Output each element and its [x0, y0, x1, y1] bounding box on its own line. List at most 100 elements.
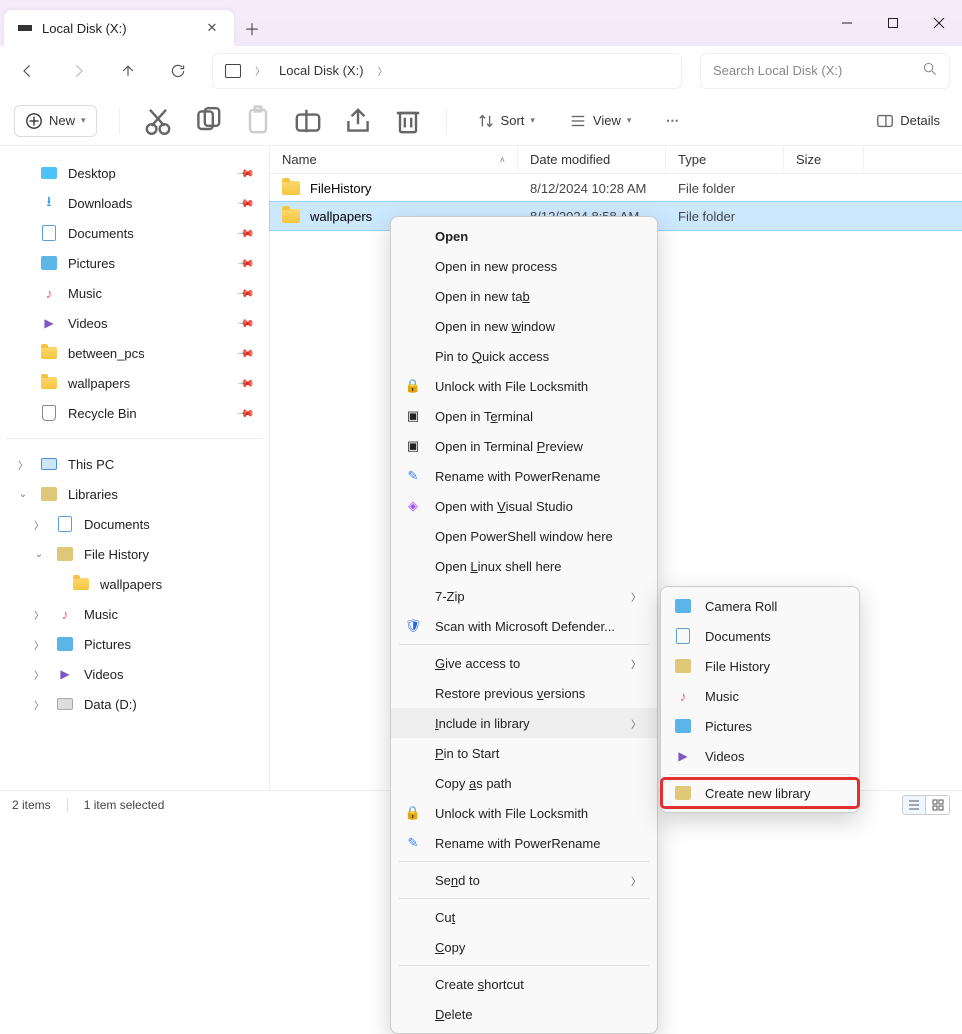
- view-details-toggle[interactable]: [902, 795, 926, 815]
- more-button[interactable]: ⋯: [657, 105, 689, 137]
- cm-open[interactable]: Open: [391, 221, 657, 251]
- close-tab-icon[interactable]: ✕: [204, 20, 220, 36]
- sidebar-item-lib-filehistory[interactable]: ⌄File History: [6, 539, 263, 569]
- sidebar-item-data-d[interactable]: 〉Data (D:): [6, 689, 263, 719]
- sidebar-item-recycle-bin[interactable]: Recycle Bin📌: [6, 398, 263, 428]
- sidebar-item-lib-wallpapers[interactable]: wallpapers: [6, 569, 263, 599]
- sidebar-item-lib-music[interactable]: 〉♪Music: [6, 599, 263, 629]
- chevron-right-icon[interactable]: 〉: [16, 457, 30, 472]
- file-row[interactable]: FileHistory 8/12/2024 10:28 AM File fold…: [270, 174, 962, 202]
- cm-open-new-process[interactable]: Open in new process: [391, 251, 657, 281]
- sort-button[interactable]: Sort ▾: [469, 106, 543, 136]
- chevron-right-icon[interactable]: 〉: [32, 607, 46, 622]
- cm-unlock-filelocksmith-2[interactable]: 🔒Unlock with File Locksmith: [391, 798, 657, 828]
- search-input[interactable]: Search Local Disk (X:): [700, 53, 950, 89]
- breadcrumb[interactable]: 〉 Local Disk (X:) 〉: [212, 53, 682, 89]
- cm-open-powershell[interactable]: Open PowerShell window here: [391, 521, 657, 551]
- column-name[interactable]: Name˄: [270, 146, 518, 173]
- cm-delete[interactable]: Delete: [391, 999, 657, 1029]
- sidebar-item-wallpapers[interactable]: wallpapers📌: [6, 368, 263, 398]
- up-button[interactable]: [112, 55, 144, 87]
- sub-file-history[interactable]: File History: [661, 651, 859, 681]
- sidebar-item-between-pcs[interactable]: between_pcs📌: [6, 338, 263, 368]
- column-date[interactable]: Date modified: [518, 146, 666, 173]
- cm-include-library[interactable]: Include in library〉: [391, 708, 657, 738]
- sidebar-item-downloads[interactable]: ⭳Downloads📌: [6, 188, 263, 218]
- sidebar-item-pictures[interactable]: Pictures📌: [6, 248, 263, 278]
- rename-button[interactable]: [292, 105, 324, 137]
- cm-7zip[interactable]: 7-Zip〉: [391, 581, 657, 611]
- cm-rename-powerrename-2[interactable]: ✎Rename with PowerRename: [391, 828, 657, 858]
- include-in-library-submenu: Camera Roll Documents File History ♪Musi…: [660, 586, 860, 813]
- new-button[interactable]: New ▾: [14, 105, 97, 137]
- delete-button[interactable]: [392, 105, 424, 137]
- cm-open-terminal-preview[interactable]: ▣Open in Terminal Preview: [391, 431, 657, 461]
- chevron-right-icon[interactable]: 〉: [32, 667, 46, 682]
- cm-give-access[interactable]: Give access to〉: [391, 648, 657, 678]
- sub-camera-roll[interactable]: Camera Roll: [661, 591, 859, 621]
- sidebar-item-music[interactable]: ♪Music📌: [6, 278, 263, 308]
- sub-music[interactable]: ♪Music: [661, 681, 859, 711]
- sub-create-new-library[interactable]: Create new library: [661, 778, 859, 808]
- tab-title: Local Disk (X:): [42, 21, 194, 36]
- sidebar-item-documents[interactable]: Documents📌: [6, 218, 263, 248]
- chevron-down-icon[interactable]: ⌄: [32, 549, 46, 560]
- cm-open-new-window[interactable]: Open in new window: [391, 311, 657, 341]
- cm-copy[interactable]: Copy: [391, 932, 657, 962]
- sidebar-item-libraries[interactable]: ⌄Libraries: [6, 479, 263, 509]
- chevron-right-icon[interactable]: 〉: [32, 517, 46, 532]
- sidebar-item-lib-documents[interactable]: 〉Documents: [6, 509, 263, 539]
- sidebar-item-desktop[interactable]: Desktop📌: [6, 158, 263, 188]
- share-button[interactable]: [342, 105, 374, 137]
- pin-icon: 📌: [237, 314, 256, 333]
- chevron-right-icon[interactable]: 〉: [32, 697, 46, 712]
- maximize-button[interactable]: [870, 0, 916, 46]
- cm-create-shortcut[interactable]: Create shortcut: [391, 969, 657, 999]
- minimize-button[interactable]: [824, 0, 870, 46]
- cm-copy-as-path[interactable]: Copy as path: [391, 768, 657, 798]
- sidebar-item-lib-pictures[interactable]: 〉Pictures: [6, 629, 263, 659]
- rename-icon: ✎: [403, 833, 423, 853]
- column-type[interactable]: Type: [666, 146, 784, 173]
- pin-icon: 📌: [237, 224, 256, 243]
- search-icon: [923, 62, 937, 79]
- pin-icon: 📌: [237, 254, 256, 273]
- cm-scan-defender[interactable]: 🛡Scan with Microsoft Defender...: [391, 611, 657, 641]
- cm-open-visual-studio[interactable]: ◈Open with Visual Studio: [391, 491, 657, 521]
- details-pane-button[interactable]: Details: [868, 106, 948, 136]
- new-tab-button[interactable]: ＋: [234, 10, 270, 46]
- sub-videos[interactable]: ▶Videos: [661, 741, 859, 771]
- chevron-right-icon[interactable]: 〉: [32, 637, 46, 652]
- pin-icon: 📌: [237, 194, 256, 213]
- cut-button[interactable]: [142, 105, 174, 137]
- cm-restore-versions[interactable]: Restore previous versions: [391, 678, 657, 708]
- sidebar-item-this-pc[interactable]: 〉This PC: [6, 449, 263, 479]
- cm-cut[interactable]: Cut: [391, 902, 657, 932]
- paste-button[interactable]: [242, 105, 274, 137]
- cm-pin-start[interactable]: Pin to Start: [391, 738, 657, 768]
- refresh-button[interactable]: [162, 55, 194, 87]
- forward-button[interactable]: [62, 55, 94, 87]
- sidebar-item-lib-videos[interactable]: 〉▶Videos: [6, 659, 263, 689]
- cm-open-linux[interactable]: Open Linux shell here: [391, 551, 657, 581]
- cm-rename-powerrename[interactable]: ✎Rename with PowerRename: [391, 461, 657, 491]
- back-button[interactable]: [12, 55, 44, 87]
- close-window-button[interactable]: [916, 0, 962, 46]
- copy-button[interactable]: [192, 105, 224, 137]
- sub-documents[interactable]: Documents: [661, 621, 859, 651]
- view-thumbnails-toggle[interactable]: [926, 795, 950, 815]
- chevron-down-icon: ▾: [627, 115, 632, 126]
- cm-open-terminal[interactable]: ▣Open in Terminal: [391, 401, 657, 431]
- terminal-icon: ▣: [403, 436, 423, 456]
- view-button[interactable]: View ▾: [561, 106, 639, 136]
- cm-send-to[interactable]: Send to〉: [391, 865, 657, 895]
- cm-open-new-tab[interactable]: Open in new tab: [391, 281, 657, 311]
- active-tab[interactable]: Local Disk (X:) ✕: [4, 10, 234, 46]
- sub-pictures[interactable]: Pictures: [661, 711, 859, 741]
- column-size[interactable]: Size: [784, 146, 864, 173]
- cm-pin-quick-access[interactable]: Pin to Quick access: [391, 341, 657, 371]
- chevron-down-icon[interactable]: ⌄: [16, 489, 30, 500]
- breadcrumb-item[interactable]: Local Disk (X:): [279, 63, 364, 78]
- sidebar-item-videos[interactable]: ▶Videos📌: [6, 308, 263, 338]
- cm-unlock-filelocksmith[interactable]: 🔒Unlock with File Locksmith: [391, 371, 657, 401]
